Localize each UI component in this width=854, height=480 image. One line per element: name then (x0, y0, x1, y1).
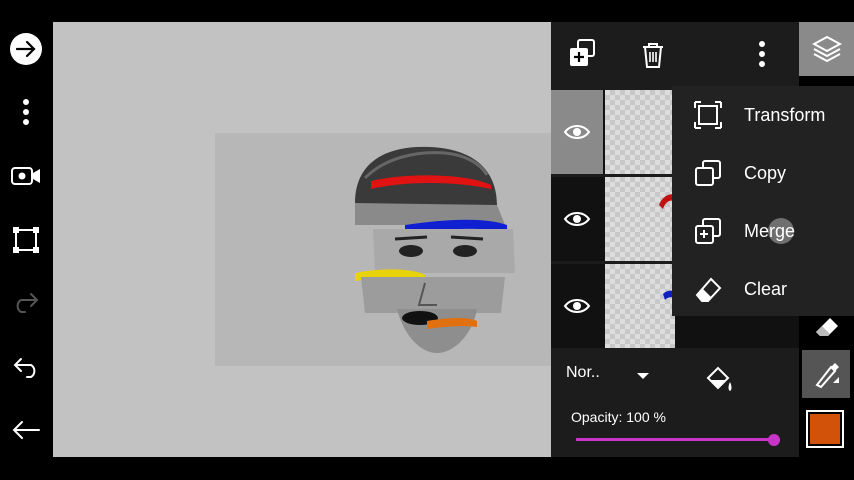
layers-button[interactable] (799, 22, 854, 76)
redo-button[interactable] (8, 284, 44, 320)
visibility-toggle[interactable] (551, 177, 603, 261)
menu-label-transform: Transform (744, 104, 826, 125)
trash-icon (643, 43, 663, 68)
opacity-label: Opacity: 100 % (571, 409, 666, 425)
touch-indicator (768, 218, 794, 244)
blend-mode-dropdown[interactable] (636, 368, 650, 386)
video-camera-icon (11, 167, 40, 185)
visibility-toggle[interactable] (551, 90, 603, 174)
eye-icon (563, 125, 591, 139)
left-toolbar (0, 0, 53, 480)
more-vertical-icon (759, 41, 765, 67)
merge-icon (695, 218, 721, 244)
undo-icon (13, 358, 36, 378)
current-color-swatch (810, 414, 840, 444)
blend-mode-label[interactable]: Nor.. (566, 364, 600, 382)
fill-button[interactable] (704, 364, 734, 399)
artboard[interactable] (215, 133, 551, 366)
more-vertical-icon (23, 99, 29, 125)
menu-label-copy: Copy (744, 162, 787, 183)
record-button[interactable] (8, 158, 44, 194)
back-button[interactable] (8, 412, 44, 448)
layer-thumbnail (605, 264, 675, 348)
fit-screen-button[interactable] (8, 222, 44, 258)
transform-icon (694, 101, 722, 129)
brush-icon (815, 363, 839, 389)
menu-item-copy[interactable]: Copy (672, 144, 854, 202)
add-layer-icon (570, 39, 595, 66)
brush-tool-button[interactable] (802, 350, 850, 398)
layer-more-button[interactable] (758, 40, 766, 73)
next-button[interactable] (8, 31, 44, 67)
arrow-right-circle-icon (10, 33, 42, 65)
opacity-text: Opacity: (571, 409, 623, 425)
paint-bucket-icon (706, 366, 732, 391)
opacity-value: 100 % (626, 409, 666, 425)
menu-label-clear: Clear (744, 278, 788, 299)
opacity-slider-thumb[interactable] (768, 434, 780, 446)
eye-icon (563, 299, 591, 313)
more-options-button[interactable] (8, 94, 44, 130)
layer-thumbnail (605, 177, 675, 261)
add-layer-button[interactable] (568, 38, 598, 73)
eye-icon (563, 212, 591, 226)
menu-item-merge[interactable]: Merge (672, 202, 854, 260)
redo-icon (16, 293, 39, 313)
clear-icon (695, 277, 722, 302)
arrow-left-icon (12, 421, 40, 439)
menu-item-clear[interactable]: Clear (672, 260, 854, 318)
chevron-down-icon (637, 373, 649, 379)
undo-button[interactable] (8, 349, 44, 385)
layers-icon (811, 35, 842, 63)
layer-thumbnail (605, 90, 675, 174)
crop-frame-icon (13, 227, 39, 253)
collage-artwork (355, 146, 515, 353)
opacity-slider-track[interactable] (576, 438, 776, 441)
color-picker-button[interactable] (806, 410, 844, 448)
menu-item-transform[interactable]: Transform (672, 86, 854, 144)
layer-context-menu: Transform Copy Merge Clear (672, 86, 854, 316)
visibility-toggle[interactable] (551, 264, 603, 348)
delete-layer-button[interactable] (640, 41, 666, 74)
copy-icon (695, 160, 721, 186)
